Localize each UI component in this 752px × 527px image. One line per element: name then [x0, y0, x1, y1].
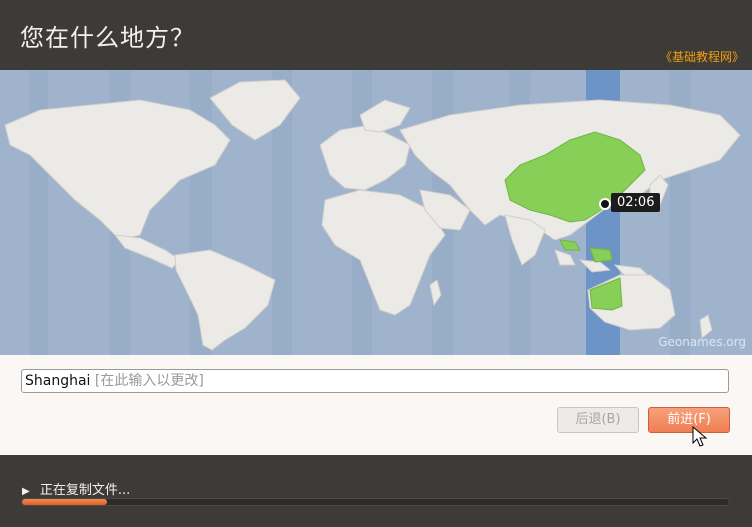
progress-fill: [22, 499, 107, 505]
world-map[interactable]: [0, 70, 752, 355]
watermark: 《基础教程网》: [659, 50, 744, 64]
city-marker[interactable]: [599, 198, 611, 210]
page-title: 您在什么地方？: [20, 24, 195, 52]
city-input[interactable]: Shanghai [在此输入以更改]: [21, 369, 729, 393]
timezone-map[interactable]: 02:06 Geonames.org: [0, 70, 752, 355]
location-panel: Shanghai [在此输入以更改] 后退(B) 前进(F): [0, 355, 752, 455]
time-bubble: 02:06: [611, 193, 661, 212]
map-credit: Geonames.org: [658, 335, 746, 349]
back-button[interactable]: 后退(B): [557, 407, 639, 433]
city-hint: [在此输入以更改]: [94, 373, 204, 389]
copy-status-toggle[interactable]: ▶ 正在复制文件...: [22, 479, 130, 498]
install-footer: ▶ 正在复制文件...: [0, 455, 752, 527]
copy-status-text: 正在复制文件...: [39, 483, 131, 498]
header: 您在什么地方？ 《基础教程网》: [0, 0, 752, 70]
forward-button[interactable]: 前进(F): [648, 407, 730, 433]
expand-triangle-icon: ▶: [22, 486, 30, 497]
city-value: Shanghai: [25, 373, 91, 389]
mouse-cursor-icon: [692, 426, 708, 447]
progress-bar: [21, 498, 730, 506]
